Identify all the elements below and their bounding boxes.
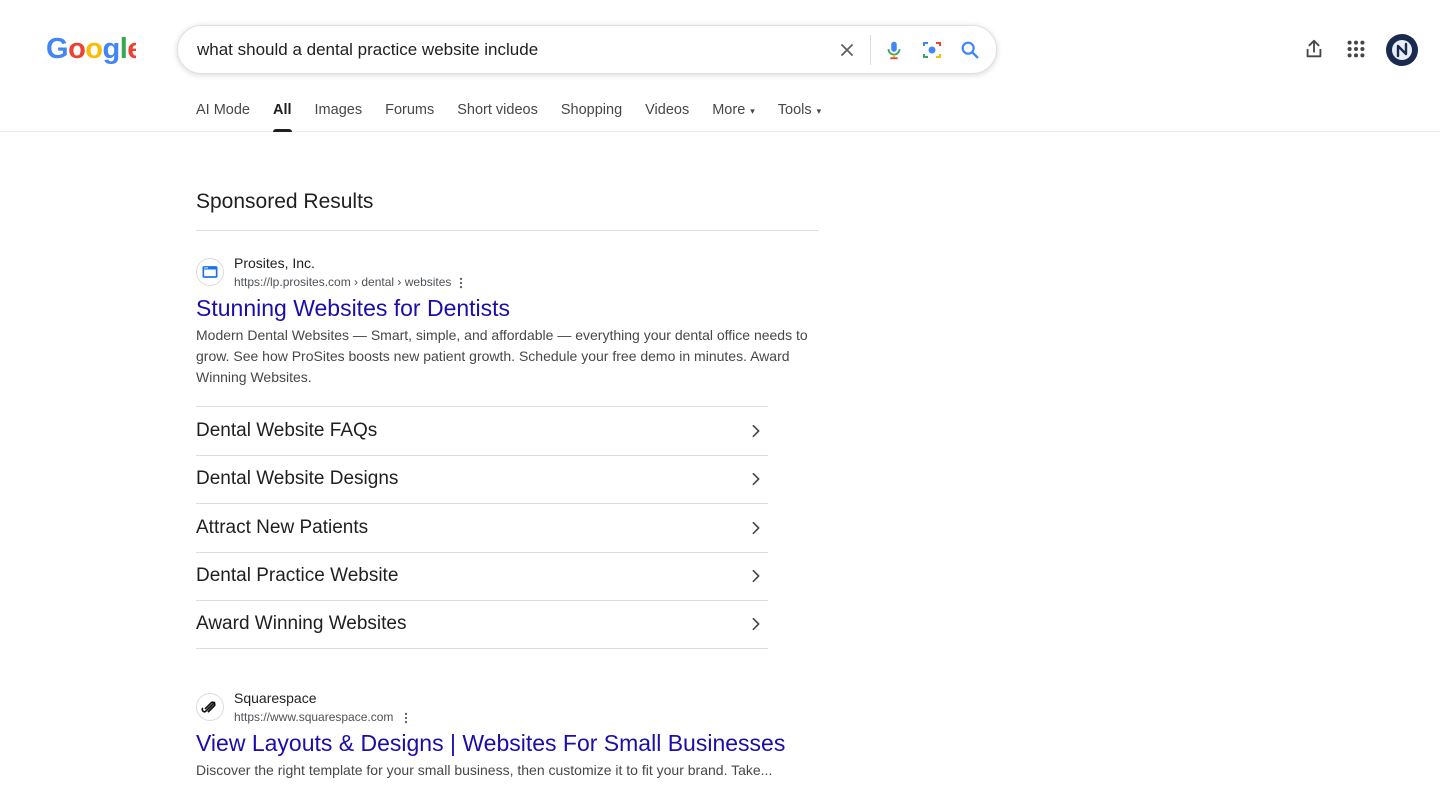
tab-videos[interactable]: Videos bbox=[645, 96, 689, 132]
search-input[interactable]: what should a dental practice website in… bbox=[197, 40, 538, 60]
search-box[interactable]: what should a dental practice website in… bbox=[177, 25, 997, 74]
ad-url[interactable]: https://www.squarespace.com bbox=[234, 710, 393, 724]
divider bbox=[196, 230, 818, 231]
squarespace-logo-icon bbox=[201, 701, 216, 713]
ad-url[interactable]: https://lp.prosites.com › dental › websi… bbox=[234, 275, 451, 289]
ad-title[interactable]: View Layouts & Designs | Websites For Sm… bbox=[196, 730, 785, 757]
more-vert-icon[interactable] bbox=[398, 710, 414, 726]
more-vert-icon[interactable] bbox=[453, 275, 469, 291]
search-icon[interactable] bbox=[958, 38, 982, 62]
ad-site-name[interactable]: Prosites, Inc. bbox=[234, 255, 315, 271]
profile-icon bbox=[1392, 40, 1412, 60]
sitelink[interactable]: Dental Website FAQs bbox=[196, 406, 768, 455]
sitelink[interactable]: Dental Practice Website bbox=[196, 551, 768, 601]
ad-description: Modern Dental Websites — Smart, simple, … bbox=[196, 327, 808, 385]
apps-icon[interactable] bbox=[1343, 36, 1369, 62]
ad-description: Discover the right template for your sma… bbox=[196, 762, 773, 778]
chevron-right-icon bbox=[746, 614, 766, 634]
sitelink[interactable]: Attract New Patients bbox=[196, 503, 768, 552]
caret-down-icon: ▾ bbox=[750, 106, 755, 116]
tab-more[interactable]: More ▾ bbox=[712, 96, 755, 132]
squarespace-favicon[interactable] bbox=[196, 693, 224, 721]
tab-shopping[interactable]: Shopping bbox=[561, 96, 622, 132]
google-logo[interactable]: Google bbox=[46, 34, 136, 64]
tab-forums[interactable]: Forums bbox=[385, 96, 434, 132]
ad-site-name[interactable]: Squarespace bbox=[234, 690, 317, 706]
chevron-right-icon bbox=[746, 566, 766, 586]
avatar[interactable] bbox=[1386, 34, 1418, 66]
sitelinks: Dental Website FAQs Dental Website Desig… bbox=[196, 406, 768, 649]
tab-all[interactable]: All bbox=[273, 96, 292, 132]
tab-tools[interactable]: Tools ▾ bbox=[778, 96, 821, 132]
svg-text:Google: Google bbox=[46, 34, 136, 64]
tab-images[interactable]: Images bbox=[315, 96, 363, 132]
close-icon[interactable] bbox=[835, 38, 859, 62]
ad-title[interactable]: Stunning Websites for Dentists bbox=[196, 295, 510, 322]
chevron-right-icon bbox=[746, 469, 766, 489]
header: Google what should a dental practice web… bbox=[0, 0, 1440, 132]
sitelink[interactable]: Award Winning Websites bbox=[196, 600, 768, 649]
tab-ai-mode[interactable]: AI Mode bbox=[196, 96, 250, 132]
caret-down-icon: ▾ bbox=[816, 106, 822, 116]
search-divider bbox=[870, 35, 871, 65]
chevron-right-icon bbox=[746, 421, 766, 441]
camera-icon[interactable] bbox=[920, 38, 944, 62]
sitelink[interactable]: Dental Website Designs bbox=[196, 454, 768, 504]
browser-window-icon bbox=[202, 266, 218, 278]
prosites-favicon[interactable] bbox=[196, 258, 224, 286]
microphone-icon[interactable] bbox=[882, 38, 906, 62]
sponsored-heading: Sponsored Results bbox=[196, 190, 374, 213]
search-tabs: AI Mode All Images Forums Short videos S… bbox=[196, 96, 844, 132]
share-icon[interactable] bbox=[1301, 36, 1327, 62]
chevron-right-icon bbox=[746, 518, 766, 538]
tab-short-videos[interactable]: Short videos bbox=[457, 96, 538, 132]
